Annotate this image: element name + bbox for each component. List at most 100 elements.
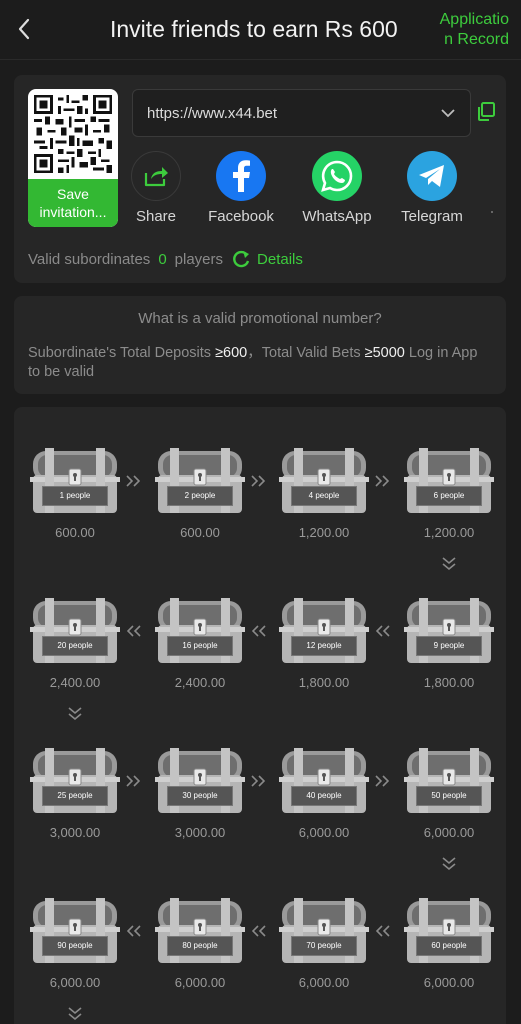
- telegram-icon: [407, 151, 457, 201]
- double-chevron-down-icon: [442, 557, 456, 576]
- chest-people-label: 70 people: [291, 936, 357, 956]
- chest-people-label: 1 people: [42, 486, 108, 506]
- reward-chest[interactable]: 2 people: [155, 445, 245, 515]
- reward-amount: 1,200.00: [423, 525, 475, 540]
- rewards-grid: 1 people 600.00 2 people 600.00 4 people 1,20…: [14, 407, 506, 1024]
- double-chevron-left-icon: [375, 924, 391, 942]
- reward-chest[interactable]: 50 people: [404, 745, 494, 815]
- chest-people-label: 4 people: [291, 486, 357, 506]
- save-invitation-button[interactable]: Save invitation...: [28, 179, 118, 227]
- share-option-telegram[interactable]: Telegram: [396, 151, 468, 225]
- reward-chest[interactable]: 16 people: [155, 595, 245, 665]
- promo-question: What is a valid promotional number?: [138, 310, 382, 327]
- chest-people-label: 20 people: [42, 636, 108, 656]
- double-chevron-left-icon: [126, 624, 142, 642]
- double-chevron-left-icon: [251, 924, 267, 942]
- share-option-share[interactable]: Share: [130, 151, 182, 225]
- chest-people-label: 90 people: [42, 936, 108, 956]
- reward-amount: 6,000.00: [298, 825, 350, 840]
- reward-chest[interactable]: 12 people: [279, 595, 369, 665]
- application-record-link[interactable]: Application Record: [431, 10, 509, 50]
- players-label: players: [174, 250, 224, 268]
- whatsapp-label: WhatsApp: [302, 208, 372, 225]
- reward-chest[interactable]: 70 people: [279, 895, 369, 965]
- chest-people-label: 60 people: [416, 936, 482, 956]
- chest-people-label: 40 people: [291, 786, 357, 806]
- qr-code-panel[interactable]: Save invitation...: [28, 89, 118, 227]
- chest-people-label: 2 people: [167, 486, 233, 506]
- promo-desc-prefix: Subordinate's Total Deposits: [28, 345, 216, 361]
- reward-amount: 6,000.00: [174, 975, 226, 990]
- double-chevron-left-icon: [126, 924, 142, 942]
- share-icon: [131, 151, 181, 201]
- reward-chest[interactable]: 40 people: [279, 745, 369, 815]
- chest-people-label: 80 people: [167, 936, 233, 956]
- reward-amount: 6,000.00: [423, 825, 475, 840]
- reward-chest[interactable]: 9 people: [404, 595, 494, 665]
- reward-chest[interactable]: 6 people: [404, 445, 494, 515]
- double-chevron-left-icon: [375, 624, 391, 642]
- copy-icon[interactable]: [477, 102, 495, 127]
- share-option-whatsapp[interactable]: WhatsApp: [300, 151, 374, 225]
- valid-count: 0: [158, 250, 167, 268]
- chest-people-label: 30 people: [167, 786, 233, 806]
- chest-people-label: 6 people: [416, 486, 482, 506]
- top-bar: Invite friends to earn Rs 600 Applicatio…: [0, 0, 521, 60]
- valid-subordinates-row: Valid subordinates 0 players Details: [28, 249, 303, 269]
- reward-chest[interactable]: 90 people: [30, 895, 120, 965]
- invite-url-select[interactable]: https://www.x44.bet: [132, 89, 471, 137]
- qr-code-image: [34, 95, 112, 173]
- reward-amount: 1,800.00: [298, 675, 350, 690]
- double-chevron-right-icon: [126, 774, 142, 792]
- refresh-icon[interactable]: [231, 249, 251, 269]
- valid-subordinates-label: Valid subordinates: [28, 250, 151, 268]
- details-link[interactable]: Details: [257, 251, 303, 268]
- chest-people-label: 12 people: [291, 636, 357, 656]
- invite-url-text: https://www.x44.bet: [147, 105, 278, 122]
- facebook-icon: [216, 151, 266, 201]
- double-chevron-down-icon: [68, 707, 82, 726]
- reward-amount: 2,400.00: [174, 675, 226, 690]
- chest-people-label: 9 people: [416, 636, 482, 656]
- scroll-hint-dot: [491, 211, 493, 213]
- reward-chest[interactable]: 1 people: [30, 445, 120, 515]
- chevron-down-icon: [440, 106, 456, 124]
- reward-amount: 6,000.00: [49, 975, 101, 990]
- promo-info-card: What is a valid promotional number? Subo…: [14, 296, 506, 394]
- reward-chest[interactable]: 60 people: [404, 895, 494, 965]
- whatsapp-icon: [312, 151, 362, 201]
- double-chevron-right-icon: [375, 474, 391, 492]
- reward-amount: 2,400.00: [49, 675, 101, 690]
- reward-amount: 600.00: [55, 525, 95, 540]
- double-chevron-right-icon: [251, 774, 267, 792]
- reward-chest[interactable]: 80 people: [155, 895, 245, 965]
- reward-chest[interactable]: 20 people: [30, 595, 120, 665]
- facebook-label: Facebook: [208, 208, 274, 225]
- reward-amount: 600.00: [180, 525, 220, 540]
- promo-desc-mid: ，Total Valid Bets: [247, 345, 365, 361]
- chevron-left-icon: [18, 18, 30, 40]
- reward-amount: 3,000.00: [49, 825, 101, 840]
- reward-chest[interactable]: 30 people: [155, 745, 245, 815]
- bet-threshold: ≥5000: [364, 345, 405, 361]
- double-chevron-down-icon: [442, 857, 456, 876]
- page-title: Invite friends to earn Rs 600: [110, 16, 398, 42]
- chest-people-label: 50 people: [416, 786, 482, 806]
- back-button[interactable]: [10, 14, 38, 44]
- double-chevron-right-icon: [126, 474, 142, 492]
- share-option-facebook[interactable]: Facebook: [204, 151, 278, 225]
- telegram-label: Telegram: [401, 208, 463, 225]
- invite-card: Save invitation... https://www.x44.bet S…: [14, 75, 506, 283]
- reward-amount: 6,000.00: [423, 975, 475, 990]
- promo-description: Subordinate's Total Deposits ≥600，Total …: [28, 344, 488, 382]
- deposit-threshold: ≥600: [215, 345, 248, 361]
- reward-chest[interactable]: 4 people: [279, 445, 369, 515]
- share-label: Share: [135, 208, 177, 225]
- reward-amount: 1,800.00: [423, 675, 475, 690]
- double-chevron-down-icon: [68, 1007, 82, 1024]
- double-chevron-right-icon: [375, 774, 391, 792]
- reward-amount: 6,000.00: [298, 975, 350, 990]
- reward-amount: 1,200.00: [298, 525, 350, 540]
- double-chevron-right-icon: [251, 474, 267, 492]
- reward-chest[interactable]: 25 people: [30, 745, 120, 815]
